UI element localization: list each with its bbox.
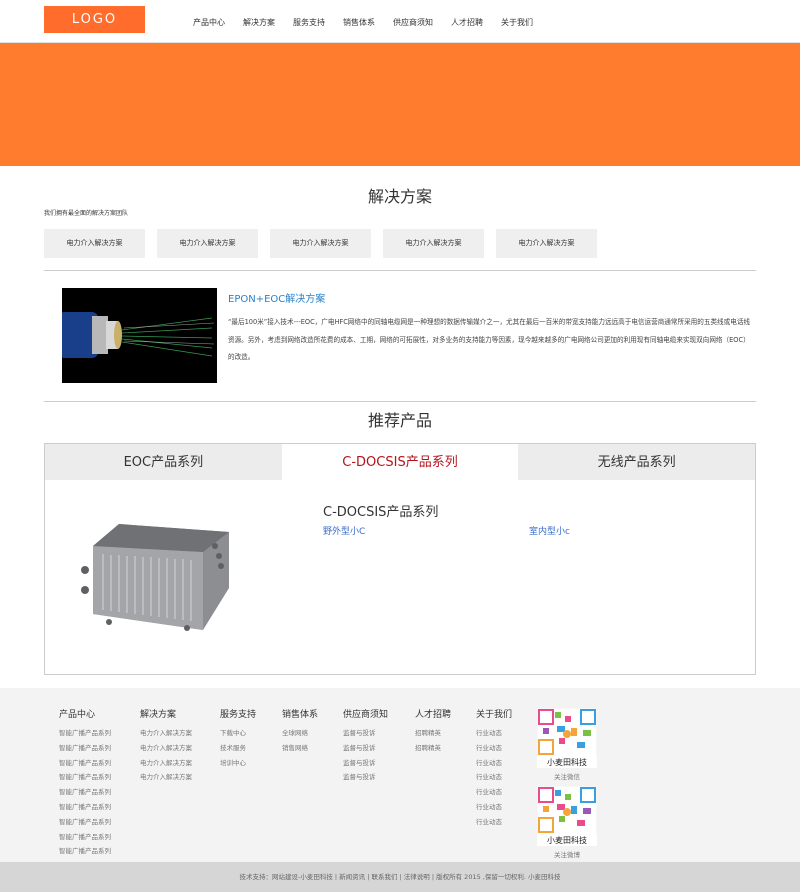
tab-c-docsis[interactable]: C-DOCSIS产品系列 [281, 444, 519, 480]
footer-link[interactable]: 行业动态 [476, 770, 512, 785]
footer-link[interactable]: 培训中心 [220, 756, 256, 771]
footer-link[interactable]: 智能广播产品系列 [59, 815, 111, 830]
footer-link[interactable]: 电力介入解决方案 [140, 770, 192, 785]
footer-column-sales: 销售体系 全球网络 销售网络 [282, 707, 318, 756]
footer-column-solutions: 解决方案 电力介入解决方案 电力介入解决方案 电力介入解决方案 电力介入解决方案 [140, 707, 192, 785]
footer-link[interactable]: 监督与投诉 [343, 770, 388, 785]
footer-link[interactable]: 行业动态 [476, 741, 512, 756]
footer-column-support: 服务支持 下载中心 技术服务 培训中心 [220, 707, 256, 770]
footer-column-products: 产品中心 智能广播产品系列 智能广播产品系列 智能广播产品系列 智能广播产品系列… [59, 707, 111, 859]
case-title[interactable]: EPON+EOC解决方案 [228, 290, 325, 305]
footer-link[interactable]: 行业动态 [476, 726, 512, 741]
footer-link[interactable]: 销售网络 [282, 741, 318, 756]
nav-item-suppliers[interactable]: 供应商须知 [384, 0, 442, 43]
nav-item-products[interactable]: 产品中心 [184, 0, 234, 43]
footer-link[interactable]: 电力介入解决方案 [140, 726, 192, 741]
footer-heading[interactable]: 供应商须知 [343, 707, 388, 720]
solutions-title: 解决方案 [367, 187, 432, 206]
footer-link[interactable]: 全球网络 [282, 726, 318, 741]
footer-heading[interactable]: 服务支持 [220, 707, 256, 720]
footer-link[interactable]: 技术服务 [220, 741, 256, 756]
qr-caption: 关注微博 [554, 851, 580, 859]
qr-label: 小麦田科技 [547, 835, 587, 845]
footer-link[interactable]: 招聘精英 [415, 726, 451, 741]
footer-heading[interactable]: 人才招聘 [415, 707, 451, 720]
footer-link[interactable]: 招聘精英 [415, 741, 451, 756]
footer-link[interactable]: 监督与投诉 [343, 741, 388, 756]
divider [44, 270, 756, 271]
site-header: LOGO 产品中心 解决方案 服务支持 销售体系 供应商须知 人才招聘 关于我们 [0, 0, 800, 43]
product-link[interactable]: 室内型小c [529, 524, 570, 537]
main-nav: 产品中心 解决方案 服务支持 销售体系 供应商须知 人才招聘 关于我们 [184, 0, 542, 43]
footer-heading[interactable]: 解决方案 [140, 707, 192, 720]
nav-item-careers[interactable]: 人才招聘 [442, 0, 492, 43]
solution-tabs: 电力介入解决方案 电力介入解决方案 电力介入解决方案 电力介入解决方案 电力介入… [44, 229, 609, 258]
qr-label: 小麦田科技 [547, 757, 587, 767]
product-series-name: C-DOCSIS产品系列 [323, 505, 439, 520]
solution-tab[interactable]: 电力介入解决方案 [44, 229, 145, 258]
nav-item-sales[interactable]: 销售体系 [334, 0, 384, 43]
qr-code-icon: 小麦田科技 [536, 785, 598, 847]
footer-link[interactable]: 智能广播产品系列 [59, 844, 111, 859]
solution-tab[interactable]: 电力介入解决方案 [270, 229, 371, 258]
footer-heading[interactable]: 销售体系 [282, 707, 318, 720]
footer-link[interactable]: 智能广播产品系列 [59, 800, 111, 815]
divider [44, 401, 756, 402]
footer-column-suppliers: 供应商须知 监督与投诉 监督与投诉 监督与投诉 监督与投诉 [343, 707, 388, 785]
footer-link[interactable]: 电力介入解决方案 [140, 756, 192, 771]
footer-column-careers: 人才招聘 招聘精英 招聘精英 [415, 707, 451, 756]
tab-eoc[interactable]: EOC产品系列 [45, 444, 282, 480]
solution-tab[interactable]: 电力介入解决方案 [496, 229, 597, 258]
nav-item-support[interactable]: 服务支持 [284, 0, 334, 43]
footer-link[interactable]: 下载中心 [220, 726, 256, 741]
footer-link[interactable]: 行业动态 [476, 785, 512, 800]
nav-item-solutions[interactable]: 解决方案 [234, 0, 284, 43]
copyright-bar: 技术支持：网站建设-小麦田科技 | 新闻资讯 | 联系我们 | 法律说明 | 版… [0, 862, 800, 892]
footer-link[interactable]: 监督与投诉 [343, 756, 388, 771]
footer-link[interactable]: 智能广播产品系列 [59, 770, 111, 785]
solution-tab[interactable]: 电力介入解决方案 [383, 229, 484, 258]
product-link[interactable]: 野外型小C [323, 524, 365, 537]
footer-link[interactable]: 电力介入解决方案 [140, 741, 192, 756]
weibo-qr[interactable]: 小麦田科技 关注微博 [536, 785, 598, 859]
footer-link[interactable]: 行业动态 [476, 800, 512, 815]
footer-heading[interactable]: 关于我们 [476, 707, 512, 720]
footer-link[interactable]: 监督与投诉 [343, 726, 388, 741]
product-image[interactable] [79, 518, 237, 638]
solutions-subtitle: 我们拥有最全面的解决方案团队 [44, 210, 129, 217]
footer-link[interactable]: 行业动态 [476, 756, 512, 771]
logo[interactable]: LOGO [44, 6, 145, 33]
qr-caption: 关注微信 [554, 773, 580, 781]
footer-link[interactable]: 智能广播产品系列 [59, 785, 111, 800]
hero-banner [0, 43, 800, 166]
nav-item-about[interactable]: 关于我们 [492, 0, 542, 43]
footer-heading[interactable]: 产品中心 [59, 707, 111, 720]
product-tabs: EOC产品系列 C-DOCSIS产品系列 无线产品系列 [45, 444, 756, 480]
product-panel: EOC产品系列 C-DOCSIS产品系列 无线产品系列 C-DOCSIS产品系列 [44, 443, 756, 675]
solution-tab[interactable]: 电力介入解决方案 [157, 229, 258, 258]
site-footer: 产品中心 智能广播产品系列 智能广播产品系列 智能广播产品系列 智能广播产品系列… [0, 688, 800, 862]
case-description: “最后100米”接入技术---EOC，广电HFC网络中的同轴电缆网是一种理想的数… [228, 318, 751, 361]
case-image[interactable] [62, 288, 217, 383]
footer-link[interactable]: 智能广播产品系列 [59, 741, 111, 756]
footer-link[interactable]: 智能广播产品系列 [59, 756, 111, 771]
footer-link[interactable]: 行业动态 [476, 815, 512, 830]
tab-wireless[interactable]: 无线产品系列 [518, 444, 756, 480]
footer-link[interactable]: 智能广播产品系列 [59, 830, 111, 845]
footer-column-about: 关于我们 行业动态 行业动态 行业动态 行业动态 行业动态 行业动态 行业动态 [476, 707, 512, 830]
products-title: 推荐产品 [367, 411, 432, 430]
wechat-qr[interactable]: 小麦田科技 关注微信 [536, 707, 598, 781]
footer-link[interactable]: 智能广播产品系列 [59, 726, 111, 741]
qr-code-icon: 小麦田科技 [536, 707, 598, 769]
